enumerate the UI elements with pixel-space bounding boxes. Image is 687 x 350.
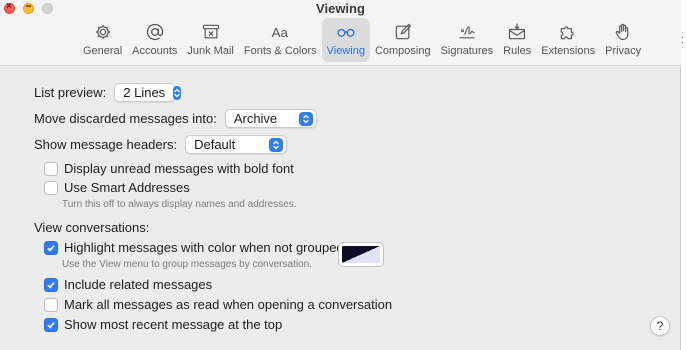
recent-top-checkbox[interactable] <box>44 317 58 332</box>
tab-composing[interactable]: Composing <box>370 18 436 62</box>
mark-read-checkbox[interactable] <box>44 297 58 312</box>
tab-signatures-label: Signatures <box>440 45 494 57</box>
tab-composing-label: Composing <box>374 45 431 57</box>
tab-privacy-label: Privacy <box>605 45 642 57</box>
signature-icon <box>455 21 479 43</box>
recent-top-option[interactable]: Show most recent message at the top <box>44 317 282 332</box>
bold-unread-option[interactable]: Display unread messages with bold font <box>44 161 294 176</box>
checkmark-icon <box>47 321 55 329</box>
glasses-icon <box>334 21 358 43</box>
highlight-color-well[interactable] <box>338 242 384 267</box>
tab-rules-label: Rules <box>503 45 532 57</box>
headers-label: Show message headers: <box>34 137 178 152</box>
list-preview-popup[interactable]: 2 Lines <box>114 83 182 102</box>
tab-extensions-label: Extensions <box>541 45 596 57</box>
smart-addresses-label: Use Smart Addresses <box>64 180 190 195</box>
tab-general[interactable]: General <box>78 18 127 62</box>
highlight-hint: Use the View menu to group messages by c… <box>62 259 312 270</box>
tab-signatures[interactable]: Signatures <box>436 18 499 62</box>
hand-icon <box>611 21 635 43</box>
checkmark-icon <box>47 244 55 252</box>
toolbar: × Viewing General Accounts Junk Mail Aa … <box>0 0 681 66</box>
smart-addresses-hint: Turn this off to always display names an… <box>62 199 297 210</box>
bold-unread-label: Display unread messages with bold font <box>64 161 294 176</box>
rules-envelope-icon <box>505 21 529 43</box>
gear-icon <box>91 21 115 43</box>
svg-text:Aa: Aa <box>272 25 289 40</box>
include-related-option[interactable]: Include related messages <box>44 277 212 292</box>
smart-addresses-option[interactable]: Use Smart Addresses <box>44 180 190 195</box>
discarded-value: Archive <box>233 111 278 126</box>
tab-fonts-colors-label: Fonts & Colors <box>243 45 317 57</box>
discarded-popup[interactable]: Archive <box>224 109 317 128</box>
chevron-updown-icon <box>173 85 182 100</box>
discarded-label: Move discarded messages into: <box>34 111 217 126</box>
tab-fonts-colors[interactable]: Aa Fonts & Colors <box>239 18 322 62</box>
discarded-row: Move discarded messages into: Archive <box>34 109 317 128</box>
font-aa-icon: Aa <box>268 21 292 43</box>
puzzle-icon <box>556 21 580 43</box>
smart-addresses-checkbox[interactable] <box>44 180 58 195</box>
include-related-checkbox[interactable] <box>44 277 58 292</box>
window-title: Viewing <box>316 1 365 16</box>
compose-icon <box>391 21 415 43</box>
checkmark-icon <box>47 281 55 289</box>
conversations-heading: View conversations: <box>34 220 150 235</box>
list-preview-value: 2 Lines <box>123 85 166 100</box>
bold-unread-checkbox[interactable] <box>44 161 58 176</box>
preference-tabs: General Accounts Junk Mail Aa Fonts & Co… <box>78 18 646 64</box>
tab-general-label: General <box>83 45 123 57</box>
junk-tray-icon <box>199 21 223 43</box>
highlight-color-swatch <box>342 246 380 263</box>
resize-edge-mark: : <box>681 34 685 46</box>
highlight-checkbox[interactable] <box>44 240 58 255</box>
tab-viewing[interactable]: Viewing <box>321 18 370 62</box>
headers-value: Default <box>194 137 236 152</box>
tab-rules[interactable]: Rules <box>498 18 536 62</box>
highlight-label: Highlight messages with color when not g… <box>64 240 344 255</box>
mark-read-option[interactable]: Mark all messages as read when opening a… <box>44 297 392 312</box>
tab-extensions[interactable]: Extensions <box>536 18 600 62</box>
tab-viewing-label: Viewing <box>326 45 365 57</box>
viewing-settings-pane: List preview: 2 Lines Move discarded mes… <box>0 67 681 350</box>
tab-accounts-label: Accounts <box>132 45 178 57</box>
include-related-label: Include related messages <box>64 277 213 292</box>
tab-accounts[interactable]: Accounts <box>127 18 182 62</box>
highlight-option[interactable]: Highlight messages with color when not g… <box>44 240 344 255</box>
chevron-updown-icon <box>269 137 284 152</box>
preferences-window: × Viewing General Accounts Junk Mail Aa … <box>0 0 681 350</box>
chevron-updown-icon <box>298 111 313 126</box>
headers-popup[interactable]: Default <box>185 135 288 154</box>
list-preview-label: List preview: <box>34 85 107 100</box>
tab-junk-mail[interactable]: Junk Mail <box>182 18 238 62</box>
at-sign-icon <box>143 21 167 43</box>
conversations-heading-row: View conversations: <box>34 220 149 235</box>
recent-top-label: Show most recent message at the top <box>64 317 283 332</box>
list-preview-row: List preview: 2 Lines <box>34 83 182 102</box>
headers-row: Show message headers: Default <box>34 135 288 154</box>
tab-junk-mail-label: Junk Mail <box>187 45 234 57</box>
mark-read-label: Mark all messages as read when opening a… <box>64 297 393 312</box>
tab-privacy[interactable]: Privacy <box>600 18 646 62</box>
help-button[interactable]: ? <box>650 316 670 336</box>
